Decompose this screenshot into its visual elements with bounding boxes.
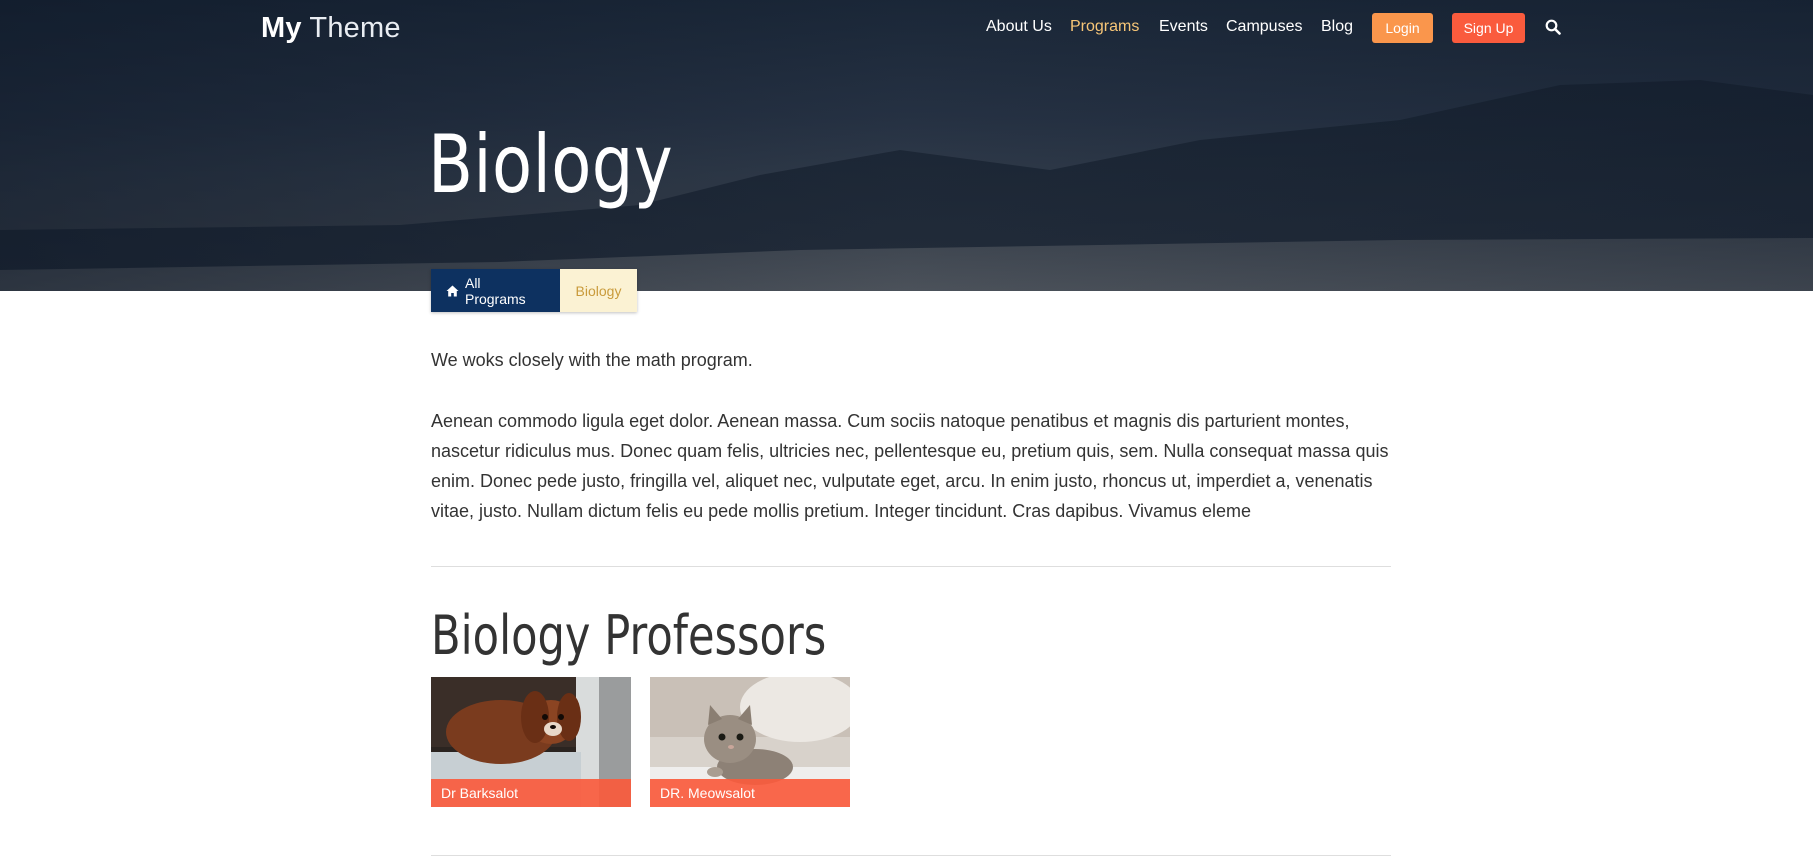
nav-events[interactable]: Events (1159, 18, 1208, 36)
logo-bold: My (261, 12, 302, 44)
page-title: Biology (428, 118, 674, 211)
search-icon[interactable] (1545, 19, 1561, 35)
breadcrumb: All Programs Biology (431, 269, 637, 312)
professor-card-meowsalot[interactable]: DR. Meowsalot (650, 677, 850, 807)
nav-blog[interactable]: Blog (1321, 18, 1353, 36)
all-programs-label: All Programs (464, 274, 526, 307)
login-button[interactable]: Login (1372, 13, 1433, 43)
site-logo[interactable]: My Theme (261, 12, 401, 45)
nav-campuses[interactable]: Campuses (1226, 18, 1302, 36)
professor-name: DR. Meowsalot (650, 779, 850, 807)
professor-card-barksalot[interactable]: Dr Barksalot (431, 677, 631, 807)
logo-light: Theme (309, 12, 401, 44)
signup-button[interactable]: Sign Up (1452, 13, 1525, 43)
breadcrumb-current: Biology (560, 269, 637, 312)
professors-heading: Biology Professors (431, 604, 827, 667)
professor-name: Dr Barksalot (431, 779, 631, 807)
nav-programs[interactable]: Programs (1070, 18, 1139, 36)
divider (431, 855, 1391, 856)
nav-about-us[interactable]: About Us (986, 18, 1052, 36)
all-programs-link[interactable]: All Programs (431, 269, 560, 312)
home-icon (446, 285, 459, 296)
divider (431, 566, 1391, 567)
intro-text: We woks closely with the math program. (431, 350, 753, 370)
body-text: Aenean commodo ligula eget dolor. Aenean… (431, 411, 1389, 521)
